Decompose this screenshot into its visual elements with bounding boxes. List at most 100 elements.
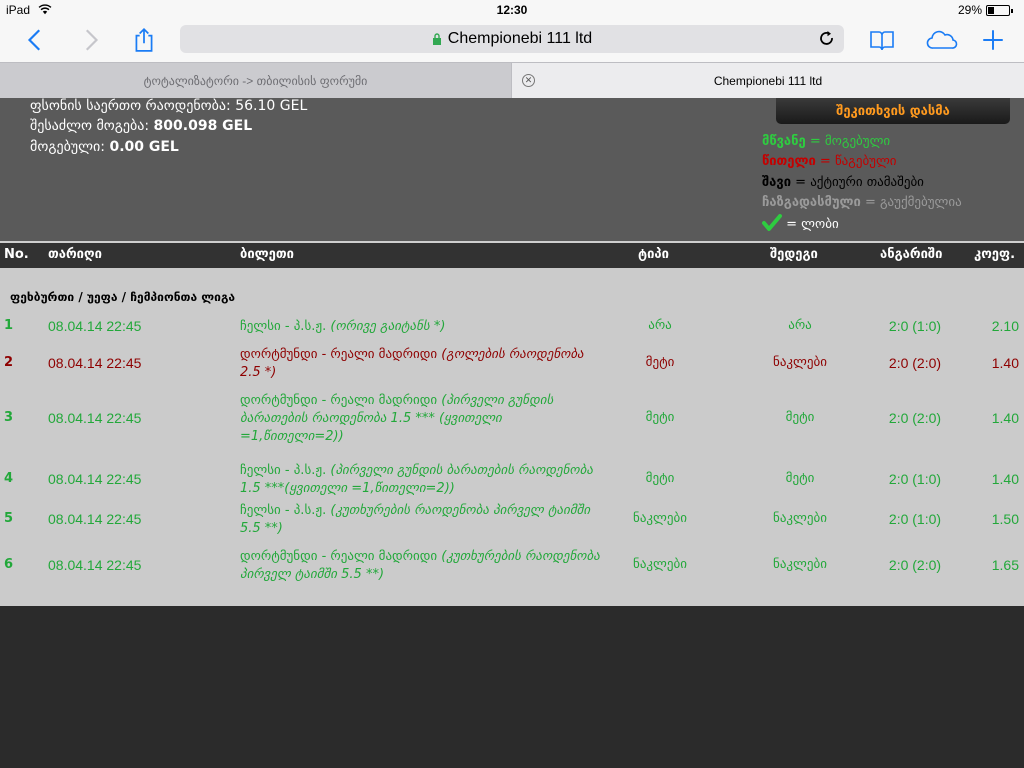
header-no: No. [4,247,29,262]
legend-green-text: = მოგებული [805,134,891,149]
checkmark-icon [762,214,782,231]
header-result: შედეგი [770,247,818,262]
row-type: მეტი [645,410,675,425]
row-match: დორტმუნდი - რეალი მადრიდი [240,347,438,362]
row-date: 08.04.14 22:45 [48,557,142,573]
row-result: ნაკლები [773,511,827,526]
won-label: მოგებული: [30,139,105,155]
bet-summary: ფსონის საერთო რაოდენობა: 56.10 GEL შესაძ… [0,98,1024,243]
tab-bar: ტოტალიზატორი -> თბილისის ფორუმი ✕ Chempi… [0,62,1024,98]
possible-win-value: 800.098 GEL [153,118,253,134]
row-number: 4 [4,471,14,486]
row-type: მეტი [645,355,675,370]
tab-chempionebi[interactable]: ✕ Chempionebi 111 ltd [512,63,1024,98]
legend-lobby: = ლობი [762,214,839,232]
total-bet-label: ფსონის საერთო რაოდენობა: [30,98,231,114]
row-match: ჩელსი - პ.ს.ჟ. [240,319,327,334]
browser-toolbar: Chempionebi 111 ltd [0,20,1024,62]
row-match: დორტმუნდი - რეალი მადრიდი [240,549,438,564]
row-number: 5 [4,511,14,526]
row-bet: ჩელსი - პ.ს.ჟ. (კუთხურების რაოდენობა პირ… [240,502,600,538]
legend-black-word: შავი [762,175,792,190]
tab-label: ტოტალიზატორი -> თბილისის ფორუმი [143,73,368,88]
row-number: 1 [4,318,14,333]
possible-win-line: შესაძლო მოგება: 800.098 GEL [30,118,252,134]
row-type: ნაკლები [633,511,687,526]
row-bet: ჩელსი - პ.ს.ჟ. (პირველი გუნდის ბარათების… [240,462,600,498]
row-type: არა [648,318,672,333]
row-match: ჩელსი - პ.ს.ჟ. [240,463,327,478]
total-bet-value: 56.10 GEL [235,98,308,114]
legend-green-word: მწვანე [762,134,806,149]
battery-level [988,7,994,14]
league-title: ფეხბურთი / უეფა / ჩემპიონთა ლიგა [10,290,236,304]
plus-icon[interactable] [975,20,1011,60]
row-score: 2:0 (2:0) [888,557,942,573]
url-text: Chempionebi 111 ltd [447,30,593,47]
won-value: 0.00 GEL [109,139,179,155]
header-bet: ბილეთი [240,247,294,262]
row-score: 2:0 (1:0) [888,318,942,334]
legend-black: შავი = აქტიური თამაშები [762,175,924,190]
back-chevron-icon[interactable] [18,20,54,60]
legend-red-text: = წაგებული [815,154,897,169]
lock-icon [432,33,441,45]
battery-icon [986,5,1013,16]
reload-icon[interactable] [818,30,836,48]
clock: 12:30 [496,3,528,17]
row-number: 3 [4,410,14,425]
legend-green: მწვანე = მოგებული [762,134,890,149]
row-score: 2:0 (2:0) [888,410,942,426]
legend-grey-word: ჩაზგადასმული [762,195,861,210]
row-result: არა [788,318,812,333]
row-score: 2:0 (2:0) [888,355,942,371]
legend-red-word: წითელი [762,154,816,169]
book-icon[interactable] [864,20,900,60]
row-date: 08.04.14 22:45 [48,471,142,487]
row-detail: (ორივე გაიტანს *) [330,319,446,334]
legend-grey-text: = გაუქმებულია [860,195,962,210]
tab-forum[interactable]: ტოტალიზატორი -> თბილისის ფორუმი [0,63,512,98]
row-coef: 1.50 [991,511,1019,527]
row-match: დორტმუნდი - რეალი მადრიდი [240,393,438,408]
row-coef: 1.40 [991,410,1019,426]
row-coef: 1.40 [991,355,1019,371]
close-icon[interactable]: ✕ [522,74,535,87]
row-number: 6 [4,557,14,572]
header-score: ანგარიში [880,247,943,262]
ask-question-button[interactable]: შეკითხვის დასმა [776,98,1010,124]
legend-black-text: = აქტიური თამაშები [791,175,924,190]
row-type: ნაკლები [633,557,687,572]
row-coef: 2.10 [991,318,1019,334]
row-date: 08.04.14 22:45 [48,511,142,527]
cloud-icon[interactable] [920,20,964,60]
header-date: თარიღი [48,247,102,262]
page-content: ფსონის საერთო რაოდენობა: 56.10 GEL შესაძ… [0,98,1024,768]
share-icon[interactable] [126,20,162,60]
bets-table: ფეხბურთი / უეფა / ჩემპიონთა ლიგა 1 08.04.… [0,268,1024,606]
row-match: ჩელსი - პ.ს.ჟ. [240,503,327,518]
table-header: No. თარიღი ბილეთი ტიპი შედეგი ანგარიში კ… [0,243,1024,268]
won-line: მოგებული: 0.00 GEL [30,139,179,155]
header-type: ტიპი [638,247,669,262]
row-result: ნაკლები [773,557,827,572]
legend-lobby-text: = ლობი [782,217,839,232]
address-bar[interactable]: Chempionebi 111 ltd [180,25,844,53]
status-bar: iPad 12:30 29% [0,0,1024,20]
header-coef: კოეფ. [974,247,1016,262]
row-bet: დორტმუნდი - რეალი მადრიდი (გოლების რაოდე… [240,346,600,382]
row-date: 08.04.14 22:45 [48,355,142,371]
total-bet-line: ფსონის საერთო რაოდენობა: 56.10 GEL [30,98,307,114]
row-number: 2 [4,355,14,370]
possible-win-label: შესაძლო მოგება: [30,118,150,134]
row-score: 2:0 (1:0) [888,471,942,487]
row-score: 2:0 (1:0) [888,511,942,527]
tab-label: Chempionebi 111 ltd [713,73,823,88]
row-bet: დორტმუნდი - რეალი მადრიდი (პირველი გუნდი… [240,392,600,446]
row-coef: 1.65 [991,557,1019,573]
row-coef: 1.40 [991,471,1019,487]
row-type: მეტი [645,471,675,486]
row-result: ნაკლები [773,355,827,370]
row-bet: ჩელსი - პ.ს.ჟ. (ორივე გაიტანს *) [240,318,600,336]
forward-chevron-icon[interactable] [72,20,108,60]
